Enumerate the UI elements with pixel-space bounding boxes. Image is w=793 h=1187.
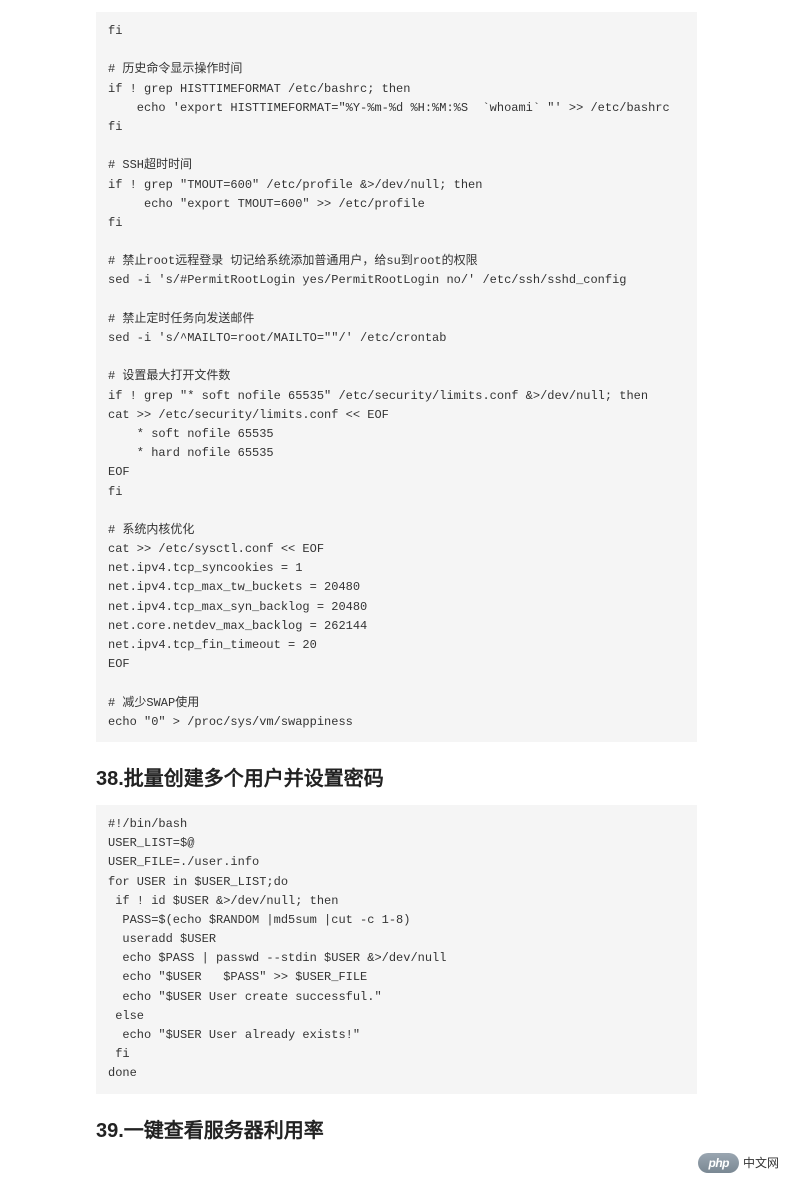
php-badge: php (698, 1153, 739, 1173)
footer-watermark: php 中文网 (698, 1153, 779, 1173)
code-block-system-config: fi # 历史命令显示操作时间 if ! grep HISTTIMEFORMAT… (96, 12, 697, 742)
heading-38: 38.批量创建多个用户并设置密码 (96, 762, 697, 791)
cn-text: 中文网 (743, 1154, 779, 1171)
php-logo-text: php (708, 1156, 729, 1170)
document-page: fi # 历史命令显示操作时间 if ! grep HISTTIMEFORMAT… (0, 0, 793, 1187)
code-block-create-users: #!/bin/bash USER_LIST=$@ USER_FILE=./use… (96, 805, 697, 1094)
heading-39: 39.一键查看服务器利用率 (96, 1114, 697, 1143)
